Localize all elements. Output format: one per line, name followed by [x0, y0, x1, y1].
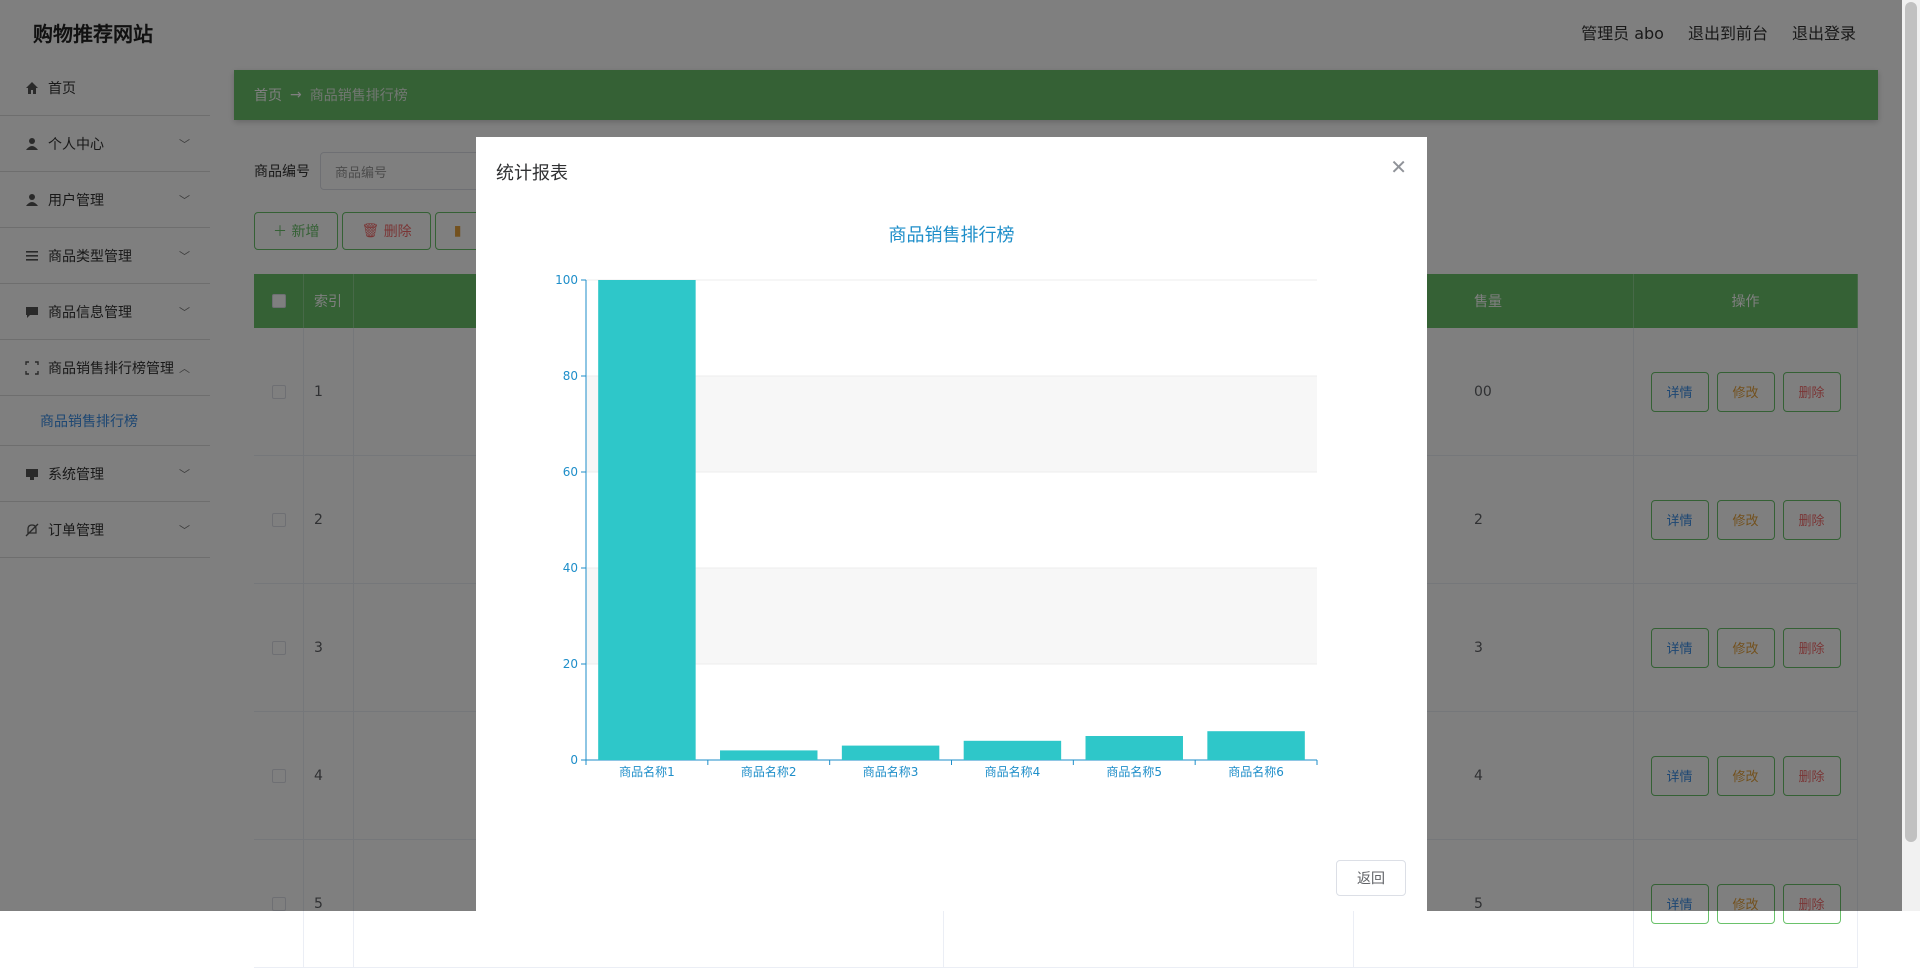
x-tick-label: 商品名称4	[985, 764, 1041, 779]
x-tick-label: 商品名称3	[863, 764, 919, 779]
bar	[720, 750, 818, 760]
y-tick-label: 20	[563, 657, 578, 671]
x-tick-label: 商品名称5	[1106, 764, 1162, 779]
grid-band	[586, 280, 1317, 376]
x-tick-label: 商品名称6	[1228, 764, 1284, 779]
statistics-dialog: 统计报表 ✕ 商品销售排行榜 0 20 40 60 80 100 商品名称1 商品名称2 商品名…	[476, 137, 1427, 911]
x-tick-label: 商品名称2	[741, 764, 797, 779]
y-tick-label: 40	[563, 561, 578, 575]
bar	[963, 740, 1062, 760]
y-tick-label: 60	[563, 465, 578, 479]
bar	[1207, 731, 1305, 760]
grid-band	[586, 376, 1317, 472]
bar-chart: 0 20 40 60 80 100 商品名称1 商品名称2 商品名称3 商品名称4 商品名称5 商品名…	[555, 273, 1318, 779]
grid-band	[586, 472, 1317, 568]
back-button[interactable]: 返回	[1336, 860, 1406, 896]
y-tick-label: 100	[555, 273, 578, 287]
page-scrollbar[interactable]	[1902, 0, 1920, 911]
scrollbar-thumb[interactable]	[1905, 2, 1917, 842]
grid-band	[586, 568, 1317, 664]
bar	[841, 745, 940, 760]
bar	[1085, 736, 1183, 760]
y-tick-label: 0	[570, 753, 578, 767]
y-tick-label: 80	[563, 369, 578, 383]
x-tick-label: 商品名称1	[619, 764, 675, 779]
bar	[598, 280, 696, 760]
